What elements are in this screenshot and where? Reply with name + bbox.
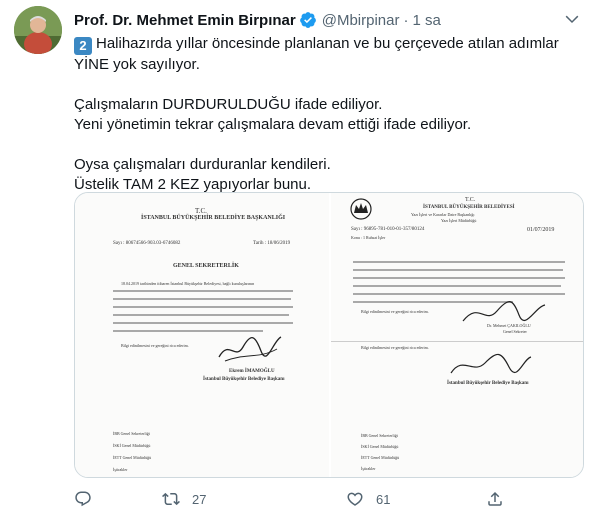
doc-subject: Konu : 1 Ruhsat İşler [351, 235, 386, 240]
keycap-2-emoji: 2 [74, 37, 92, 55]
tweet-actions: 27 61 [74, 489, 504, 509]
tweet-line-1: 2 Halihazırda yıllar öncesinde planlanan … [74, 34, 584, 55]
doc-signer-title: Genel Sekreter [503, 329, 527, 334]
doc-dist-2: İSKİ Genel Müdürlüğü [113, 443, 151, 448]
doc-signer: Ekrem İMAMOĞLU [229, 369, 275, 374]
doc-signer: Dr. Mehmet ÇAKILOĞLU [487, 323, 531, 328]
doc-tc: T.C. [195, 207, 207, 215]
doc-signer-title: İstanbul Büyükşehir Belediye Başkanı [203, 377, 285, 382]
doc-dist-3: İETT Genel Müdürlüğü [361, 455, 400, 460]
tweet: Prof. Dr. Mehmet Emin Birpınar @Mbirpina… [0, 0, 599, 517]
doc-institution: İSTANBUL BÜYÜKŞEHİR BELEDİYESİ [423, 205, 515, 210]
document-image-right[interactable]: T.C. İSTANBUL BÜYÜKŞEHİR BELEDİYESİ Yazı… [329, 193, 583, 477]
doc-tc: T.C. [465, 197, 476, 203]
tweet-line-2: YİNE yok sayılıyor. [74, 56, 200, 73]
doc-dist-4: İştirakler [361, 466, 376, 471]
reply-icon [75, 491, 91, 507]
tweet-text: 2 Halihazırda yıllar öncesinde planlanan … [74, 34, 584, 195]
tweet-line-4: Çalışmaların DURDURULDUĞU ifade ediliyor… [74, 96, 383, 113]
avatar[interactable] [14, 6, 62, 54]
doc-date: Tarih : 18/06/2019 [253, 241, 291, 246]
like-count: 61 [376, 491, 391, 507]
doc-ref: Sayı : 96895-781-010-01-357/80124 [351, 227, 425, 232]
doc-institution: İSTANBUL BÜYÜKŞEHİR BELEDİYE BAŞKANLIĞI [141, 215, 286, 221]
author-name[interactable]: Prof. Dr. Mehmet Emin Birpınar [74, 12, 296, 29]
heart-icon [347, 492, 363, 506]
share-button[interactable] [486, 490, 504, 508]
doc-dist-1: İBB Genel Sekreterliği [113, 431, 150, 436]
share-icon [488, 491, 502, 506]
retweet-count: 27 [192, 491, 207, 507]
separator-dot: · [403, 11, 409, 29]
doc-date: 01/07/2019 [527, 227, 555, 233]
chevron-down-icon[interactable] [563, 10, 581, 28]
doc-subdepartment: Yazı İşleri Müdürlüğü [441, 218, 477, 223]
author-handle[interactable]: @Mbirpinar [322, 12, 400, 29]
doc-closing: Bilgi edinilmesini ve gereğini rica eder… [121, 343, 189, 348]
doc-dist-1: İBB Genel Sekreterliği [361, 433, 398, 438]
doc-body-start: 18.04.2019 tarihinden itibaren İstanbul … [121, 281, 255, 286]
retweet-button[interactable]: 27 [162, 490, 206, 508]
tweet-line-3 [74, 75, 584, 95]
reply-button[interactable] [74, 490, 104, 508]
tweet-header: Prof. Dr. Mehmet Emin Birpınar @Mbirpina… [74, 10, 441, 30]
signature-image [450, 353, 532, 374]
doc-signer-2-title: İstanbul Büyükşehir Belediye Başkanı [447, 381, 529, 386]
verified-icon [299, 11, 317, 29]
tweet-line-7: Oysa çalışmaları durduranlar kendileri. [74, 156, 331, 173]
ibb-logo-icon [350, 198, 372, 220]
doc-dist-2: İSKİ Genel Müdürlüğü [361, 444, 399, 449]
document-image-left[interactable]: T.C. İSTANBUL BÜYÜKŞEHİR BELEDİYE BAŞKAN… [75, 193, 329, 477]
tweet-media[interactable]: T.C. İSTANBUL BÜYÜKŞEHİR BELEDİYE BAŞKAN… [74, 192, 584, 478]
doc-department: Yazı İşleri ve Kararlar Daire Başkanlığı [411, 212, 475, 217]
retweet-icon [162, 492, 180, 506]
signature-image [218, 336, 282, 362]
doc-closing: Bilgi edinilmesini ve gereğini rica eder… [361, 309, 429, 314]
doc-ref: Sayı : 80674566-903.03-6746082 [113, 241, 181, 246]
doc-closing-2: Bilgi edinilmesini ve gereğini rica eder… [361, 345, 429, 350]
doc-dist-4: İştirakler [113, 467, 128, 472]
like-button[interactable]: 61 [346, 490, 390, 508]
doc-addressee: GENEL SEKRETERLİK [173, 263, 239, 269]
tweet-line-5: Yeni yönetimin tekrar çalışmalara devam … [74, 116, 472, 133]
tweet-line-6 [74, 135, 584, 155]
doc-dist-3: İETT Genel Müdürlüğü [113, 455, 152, 460]
timestamp[interactable]: 1 sa [412, 12, 440, 29]
avatar-image [14, 6, 62, 54]
